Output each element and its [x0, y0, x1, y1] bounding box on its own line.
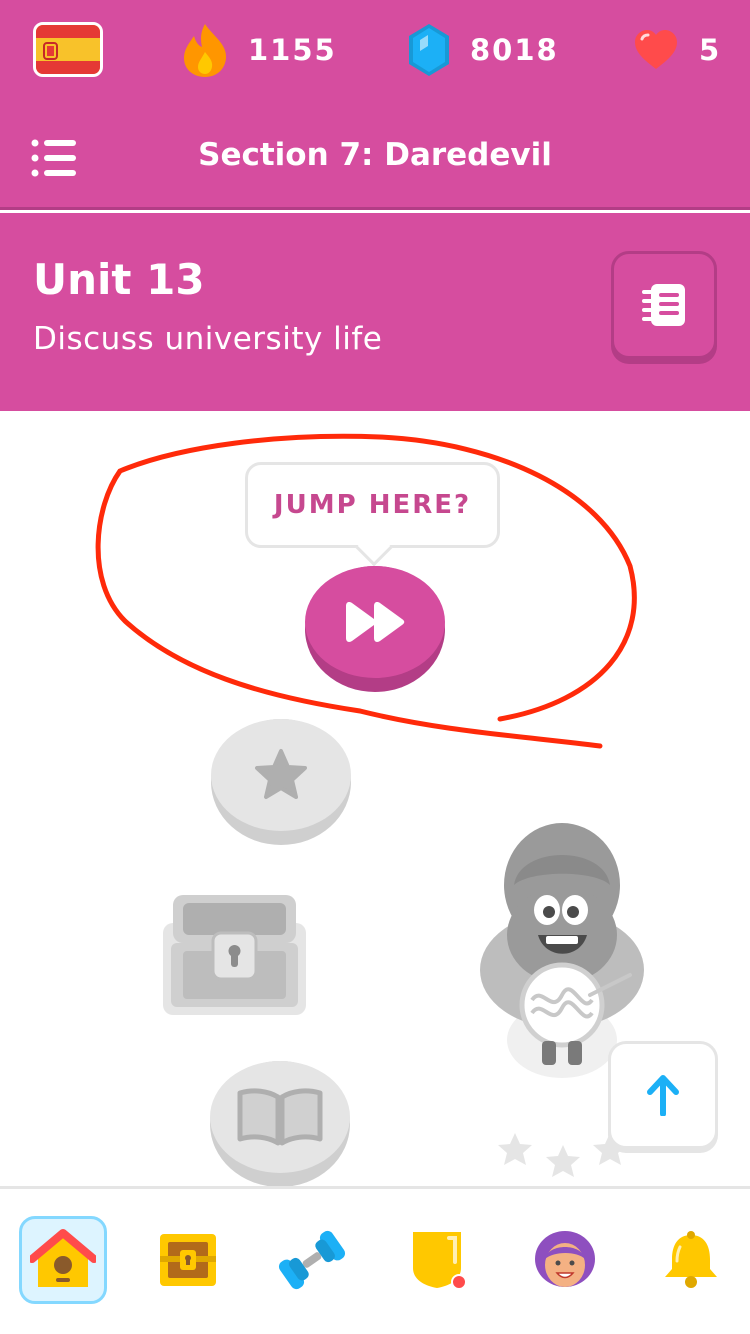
profile-avatar-icon	[535, 1231, 595, 1287]
treasure-chest-icon	[160, 1234, 216, 1286]
star-icon	[255, 749, 307, 799]
unit-header: Unit 13 Discuss university life	[0, 213, 750, 411]
streak-counter[interactable]: 1155	[180, 22, 337, 78]
arrow-up-icon	[647, 1075, 679, 1116]
nav-notifications[interactable]	[647, 1216, 735, 1304]
nav-leaderboards[interactable]	[396, 1216, 484, 1304]
nav-profile[interactable]	[521, 1216, 609, 1304]
fast-forward-icon	[346, 602, 405, 642]
guidebook-icon	[642, 284, 685, 326]
story-node-book[interactable]	[210, 1061, 350, 1186]
dumbbell-icon	[278, 1230, 346, 1290]
jump-here-text: JUMP HERE?	[273, 490, 472, 520]
gems-value: 8018	[470, 33, 559, 67]
gems-counter[interactable]: 8018	[406, 22, 559, 78]
unit-title: Unit 13	[33, 255, 205, 304]
jump-here-tooltip[interactable]: JUMP HERE?	[245, 462, 500, 567]
flame-icon	[184, 24, 227, 77]
league-shield-icon	[413, 1232, 467, 1290]
jump-here-node[interactable]	[305, 566, 445, 692]
spain-flag-icon[interactable]	[33, 22, 103, 77]
nav-chest[interactable]	[144, 1216, 232, 1304]
guidebook-button[interactable]	[611, 251, 717, 359]
nav-learn[interactable]	[19, 1216, 107, 1304]
unit-subtitle: Discuss university life	[33, 321, 383, 357]
bottom-navigation	[0, 1186, 750, 1334]
treasure-chest-icon[interactable]	[163, 893, 306, 1015]
bell-icon	[665, 1231, 717, 1288]
hearts-counter[interactable]: 5	[633, 22, 721, 78]
section-title[interactable]: Section 7: Daredevil	[0, 137, 750, 173]
scroll-up-button[interactable]	[608, 1041, 718, 1149]
gem-icon	[409, 24, 449, 76]
nav-practice[interactable]	[268, 1216, 356, 1304]
book-icon	[237, 1088, 323, 1146]
heart-icon	[635, 30, 677, 69]
section-header: Section 7: Daredevil	[0, 104, 750, 210]
top-stats-bar: 1155 8018 5	[0, 0, 750, 104]
home-icon	[30, 1229, 96, 1287]
lesson-node-star[interactable]	[211, 719, 351, 845]
streak-value: 1155	[248, 33, 337, 67]
learning-path: JUMP HERE?	[0, 411, 750, 1186]
hearts-value: 5	[699, 33, 722, 67]
